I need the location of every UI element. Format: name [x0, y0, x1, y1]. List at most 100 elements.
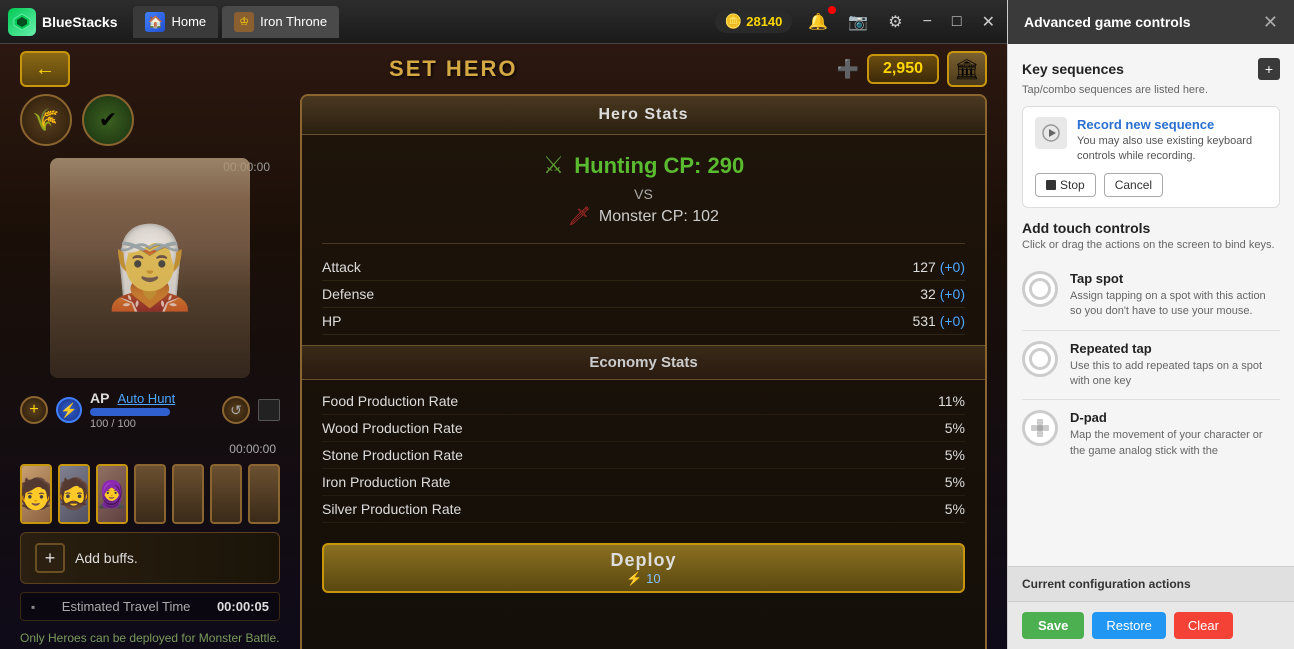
- hp-value: 531 (+0): [912, 313, 965, 329]
- ap-value: 100 / 100: [90, 418, 214, 430]
- food-value: 11%: [938, 393, 965, 409]
- hunt-timer-row: 00:00:00: [20, 442, 280, 456]
- hero-icon-check[interactable]: ✔: [82, 94, 134, 146]
- maximize-button[interactable]: □: [948, 11, 966, 33]
- key-sequences-header: Key sequences +: [1022, 58, 1280, 80]
- ap-section: + ⚡ AP Auto Hunt 100 / 100 ↺: [20, 386, 280, 434]
- notification-icon[interactable]: 🔔: [804, 10, 832, 34]
- stats-panel: Hero Stats ⚔ Hunting CP: 290 VS 🗡 Monste…: [300, 94, 987, 649]
- hunting-cp-row: ⚔ Hunting CP: 290: [322, 151, 965, 180]
- economy-row-silver: Silver Production Rate 5%: [322, 496, 965, 523]
- record-sequence-card: Record new sequence You may also use exi…: [1022, 106, 1280, 208]
- monster-icon: 🗡: [568, 206, 591, 227]
- bluestacks-name-label: BlueStacks: [42, 14, 117, 30]
- hero-slot-3-img: 🧕: [98, 466, 126, 522]
- travel-label: Estimated Travel Time: [62, 599, 191, 614]
- add-sequence-button[interactable]: +: [1258, 58, 1280, 80]
- ap-checkbox[interactable]: [258, 399, 280, 421]
- add-buffs-row[interactable]: + Add buffs.: [20, 532, 280, 584]
- sword-icon: ⚔: [543, 151, 565, 180]
- game-tab[interactable]: ♔ Iron Throne: [222, 6, 339, 38]
- deploy-section: Deploy ⚡ 10: [302, 531, 985, 605]
- coins-display: 🪙 28140: [715, 10, 793, 33]
- auto-hunt-button[interactable]: Auto Hunt: [117, 391, 175, 406]
- repeated-tap-circle: [1029, 348, 1051, 370]
- home-tab-label: Home: [171, 14, 206, 29]
- tap-spot-item[interactable]: Tap spot Assign tapping on a spot with t…: [1022, 261, 1280, 331]
- close-button[interactable]: ✕: [978, 10, 999, 34]
- hunting-cp-value: Hunting CP: 290: [574, 153, 744, 179]
- record-sequence-title[interactable]: Record new sequence: [1077, 117, 1267, 132]
- hero-slot-3[interactable]: 🧕: [96, 464, 128, 524]
- ap-plus-button[interactable]: +: [20, 396, 48, 424]
- economy-row-stone: Stone Production Rate 5%: [322, 442, 965, 469]
- hero-icon-wheat[interactable]: 🌾: [20, 94, 72, 146]
- home-tab-icon: 🏠: [145, 12, 165, 32]
- record-sequence-desc: You may also use existing keyboard contr…: [1077, 134, 1267, 165]
- hero-slot-7[interactable]: [248, 464, 280, 524]
- wood-value: 5%: [945, 420, 965, 436]
- clear-button[interactable]: Clear: [1174, 612, 1233, 639]
- add-touch-section: Add touch controls Click or drag the act…: [1022, 220, 1280, 469]
- food-label: Food Production Rate: [322, 393, 458, 409]
- travel-icon: ▪: [31, 600, 35, 614]
- gold-display: ➕ 2,950 🏛: [837, 51, 987, 87]
- hero-slot-5[interactable]: [172, 464, 204, 524]
- stop-button[interactable]: Stop: [1035, 173, 1096, 197]
- monster-cp-value: Monster CP: 102: [599, 208, 719, 226]
- ap-progress-bar: [90, 408, 170, 416]
- stop-label: Stop: [1060, 178, 1085, 192]
- iron-value: 5%: [945, 474, 965, 490]
- stone-label: Stone Production Rate: [322, 447, 463, 463]
- settings-icon[interactable]: ⚙: [884, 10, 906, 34]
- bluestacks-logo: BlueStacks: [8, 8, 117, 36]
- ap-icon: ⚡: [56, 397, 82, 423]
- stone-value: 5%: [945, 447, 965, 463]
- ap-label-area: AP Auto Hunt 100 / 100: [90, 390, 214, 430]
- hero-slot-6[interactable]: [210, 464, 242, 524]
- gold-plus-icon[interactable]: ➕: [837, 59, 859, 80]
- defense-label: Defense: [322, 286, 374, 302]
- travel-value: 00:00:05: [217, 599, 269, 614]
- economy-rows: Food Production Rate 11% Wood Production…: [302, 380, 985, 531]
- back-button[interactable]: ←: [20, 51, 70, 87]
- hero-slot-1[interactable]: 🧑: [20, 464, 52, 524]
- restore-button[interactable]: Restore: [1092, 612, 1166, 639]
- dpad-item[interactable]: D-pad Map the movement of your character…: [1022, 400, 1280, 469]
- iron-label: Iron Production Rate: [322, 474, 450, 490]
- hero-slot-2[interactable]: 🧔: [58, 464, 90, 524]
- wood-label: Wood Production Rate: [322, 420, 463, 436]
- hero-slot-1-img: 🧑: [22, 466, 50, 522]
- attack-label: Attack: [322, 259, 361, 275]
- deploy-label: Deploy: [610, 550, 676, 571]
- controls-header: Advanced game controls ✕: [1008, 0, 1294, 44]
- economy-header: Economy Stats: [302, 345, 985, 380]
- tap-spot-name: Tap spot: [1070, 271, 1280, 286]
- deploy-button[interactable]: Deploy ⚡ 10: [322, 543, 965, 593]
- game-tab-label: Iron Throne: [260, 14, 327, 29]
- stats-header: Hero Stats: [302, 96, 985, 135]
- hp-label: HP: [322, 313, 341, 329]
- cancel-button[interactable]: Cancel: [1104, 173, 1163, 197]
- titlebar-right: 🪙 28140 🔔 📷 ⚙ − □ ✕: [715, 10, 999, 34]
- hero-slot-4[interactable]: [134, 464, 166, 524]
- controls-close-button[interactable]: ✕: [1263, 12, 1278, 33]
- controls-footer: Current configuration actions: [1008, 566, 1294, 601]
- gold-amount: 2,950: [867, 54, 939, 84]
- camera-icon[interactable]: 📷: [844, 10, 872, 34]
- stat-row-hp: HP 531 (+0): [322, 308, 965, 335]
- bank-button[interactable]: 🏛: [947, 51, 987, 87]
- repeated-tap-item[interactable]: Repeated tap Use this to add repeated ta…: [1022, 331, 1280, 401]
- refresh-button[interactable]: ↺: [222, 396, 250, 424]
- economy-row-iron: Iron Production Rate 5%: [322, 469, 965, 496]
- dpad-desc: Map the movement of your character or th…: [1070, 428, 1280, 459]
- dpad-icon: [1022, 410, 1058, 446]
- home-tab[interactable]: 🏠 Home: [133, 6, 218, 38]
- save-button[interactable]: Save: [1022, 612, 1084, 639]
- stop-icon: [1046, 180, 1056, 190]
- minimize-button[interactable]: −: [919, 11, 936, 33]
- game-top-bar: ← SET HERO ➕ 2,950 🏛: [0, 44, 1007, 94]
- hero-portrait: 🧝: [50, 158, 250, 378]
- defense-value: 32 (+0): [920, 286, 965, 302]
- hero-image: 🧝: [50, 158, 250, 378]
